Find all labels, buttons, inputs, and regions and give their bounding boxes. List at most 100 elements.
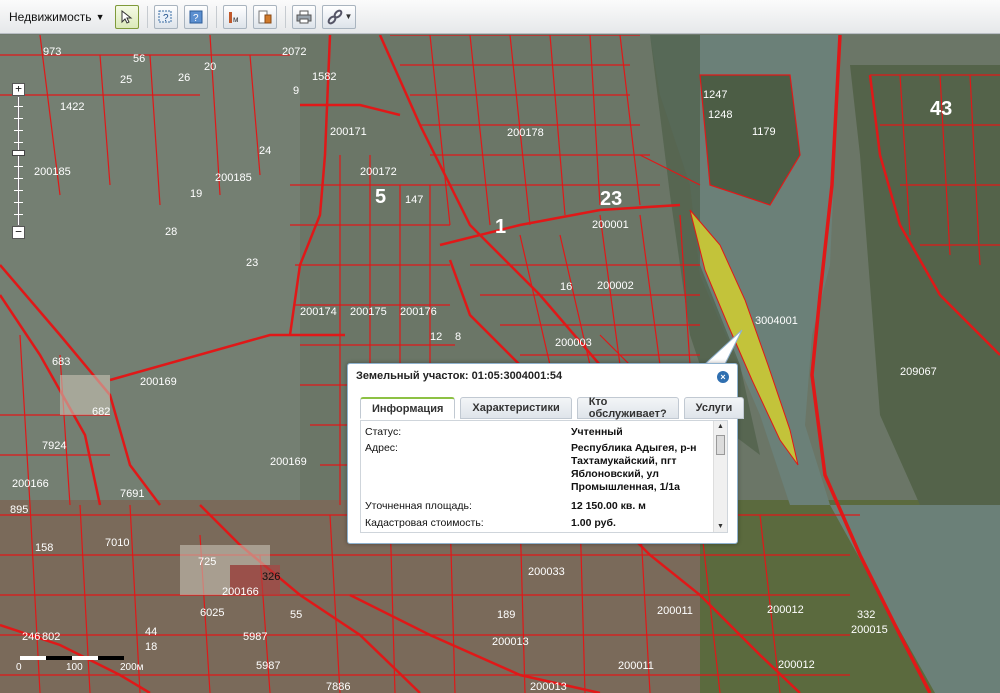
zoom-tick [14,130,23,131]
print-tool-button[interactable] [292,4,317,29]
toolbar-divider [216,5,218,28]
map-label: 200011 [618,660,654,672]
print-preview-tool-button[interactable] [253,4,278,29]
layer-select[interactable]: Недвижимость ▼ [4,6,109,28]
measure-icon: м [229,11,239,24]
scrollbar-thumb[interactable] [716,435,725,455]
map-label: 200176 [400,306,437,318]
scroll-up-icon[interactable]: ▲ [717,423,724,430]
map-label: 200003 [555,337,592,349]
map-label: 200011 [657,605,693,617]
map-label: 43 [930,98,952,120]
chevron-down-icon: ▼ [95,11,105,22]
map-label: 56 [133,53,145,65]
map-label: 200169 [270,456,307,468]
map-label: 2072 [282,46,306,58]
map-label: 12 [430,331,442,343]
toolbar-divider [285,5,287,28]
document-icon [258,10,272,23]
map-label: 200178 [507,127,544,139]
zoom-control: + − [12,83,26,239]
scale-label: 0 [16,662,22,673]
map-label: 147 [405,194,423,206]
tab-who-serves[interactable]: Кто обслуживает? [576,396,679,420]
map-label: 44 [145,626,157,638]
field-value-address-line: Промышленная, 1/1а [571,481,681,493]
map-label: 200185 [215,172,252,184]
select-tool-button[interactable] [115,4,140,29]
tab-services[interactable]: Услуги [683,397,745,419]
zoom-in-button[interactable]: + [12,83,25,96]
link-tool-button[interactable]: ▼ [322,4,357,29]
map-label: 7010 [105,537,129,549]
map-label: 9 [293,85,299,97]
zoom-rail [17,96,20,226]
map-label: 6025 [200,607,224,619]
scale-bar: 0 100 200м [16,652,160,682]
map-label: 158 [35,542,53,554]
field-label-area: Уточненная площадь: [365,500,472,512]
map-label: 200175 [350,306,387,318]
tab-characteristics[interactable]: Характеристики [460,397,572,419]
field-value-cadastral-value: 1.00 руб. [571,517,616,529]
map-label: 5 [375,186,386,208]
map-label: 200171 [330,126,367,138]
map-label: 683 [52,356,70,368]
map-label: 200174 [300,306,337,318]
field-value-address-line: Тахтамукайский, пгт [571,455,677,467]
question-icon: ? [158,10,172,24]
map-label: 200013 [530,681,567,693]
zoom-tick [14,142,23,143]
measure-tool-button[interactable]: м [223,4,248,29]
popup-scrollbar[interactable]: ▲ ▼ [713,421,727,532]
map-label: 26 [178,72,190,84]
map-label: 28 [165,226,177,238]
field-value-address-line: Яблоновский, ул [571,468,659,480]
close-icon[interactable]: × [717,371,729,383]
map-label: 5987 [243,631,267,643]
map-label: 1247 [703,89,727,101]
map-label: 1422 [60,101,84,113]
map-label: 55 [290,609,302,621]
field-value-address-line: Республика Адыгея, р-н [571,442,697,454]
help-tool-button[interactable]: ? [184,4,209,29]
map-label: 7886 [326,681,350,693]
popup-content: Статус: Учтенный Адрес: Республика Адыге… [360,420,728,533]
map-label: 200012 [767,604,804,616]
help-icon: ? [189,10,203,24]
zoom-slider-handle[interactable] [12,150,25,156]
zoom-out-button[interactable]: − [12,226,25,239]
map-label: 200012 [778,659,815,671]
zoom-tick [14,118,23,119]
map-label: 8 [455,331,461,343]
map-label: 802 [42,631,60,643]
chevron-down-icon: ▼ [344,12,353,21]
map-label: 973 [43,46,61,58]
map-label: 16 [560,281,572,293]
map-label: 200172 [360,166,397,178]
zoom-tick [14,178,23,179]
map-label: 1179 [752,126,776,138]
field-label-status: Статус: [365,426,402,438]
scale-label: 200м [120,662,144,673]
map-label: 200001 [592,219,629,231]
toolbar-divider [147,5,149,28]
map-label: 209067 [900,366,937,378]
field-label-address: Адрес: [365,442,398,454]
scale-segment [72,656,98,660]
map-label: 246 [22,631,40,643]
zoom-tick [14,106,23,107]
scroll-down-icon[interactable]: ▼ [717,523,724,530]
field-value-area: 12 150.00 кв. м [571,500,646,512]
scale-bar-graphic [20,656,124,660]
map-label: 200002 [597,280,634,292]
parcel-info-popup: Земельный участок: 01:05:3004001:54 × Ин… [347,363,745,544]
tab-information[interactable]: Информация [360,397,456,419]
identify-tool-button[interactable]: ? [154,4,179,29]
svg-text:?: ? [193,13,199,24]
toolbar: Недвижимость ▼ ? ? м ▼ [0,0,1000,34]
zoom-slider[interactable] [12,96,25,226]
link-icon [327,9,342,24]
field-label-cadastral-value: Кадастровая стоимость: [365,517,484,529]
map-label: 200166 [222,586,259,598]
